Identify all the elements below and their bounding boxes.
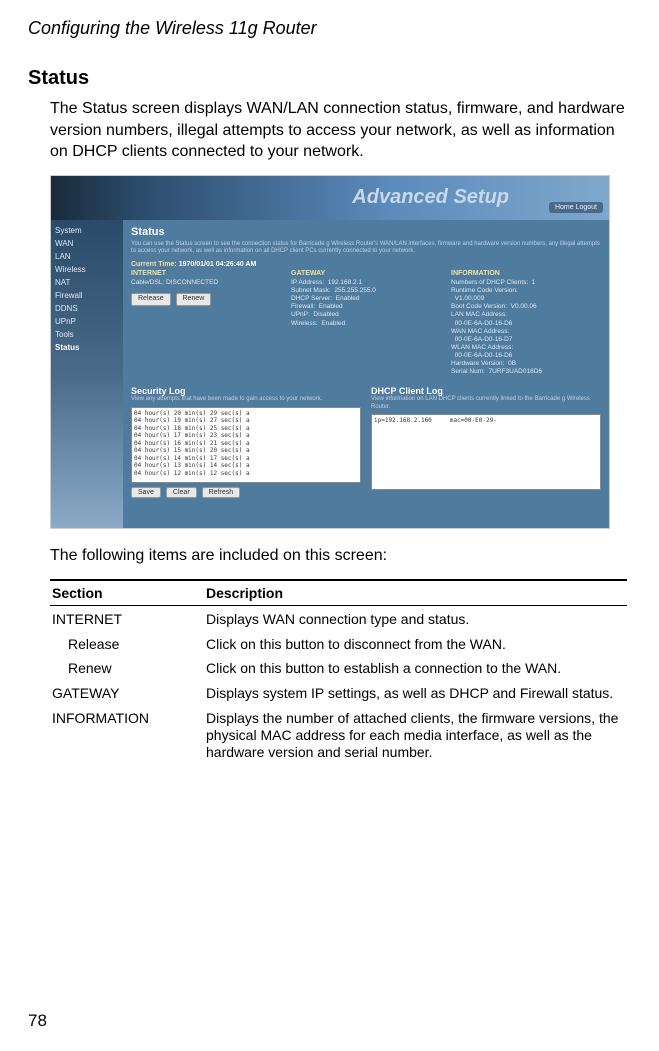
- sidebar-item-lan[interactable]: LAN: [51, 250, 123, 263]
- section-title: Status: [28, 67, 631, 90]
- status-screenshot: Advanced Setup Home Logout System WAN LA…: [50, 175, 610, 529]
- screenshot-desc: You can use the Status screen to see the…: [131, 241, 601, 255]
- sidebar-item-system[interactable]: System: [51, 224, 123, 237]
- security-log-head: Security Log: [131, 386, 361, 396]
- dhcp-log-head: DHCP Client Log: [371, 386, 601, 396]
- table-cell-description: Click on this button to establish a conn…: [204, 655, 627, 680]
- release-button[interactable]: Release: [131, 293, 171, 306]
- current-time-label: Current Time:: [131, 261, 177, 268]
- dhcp-log: DHCP Client Log View information on LAN …: [371, 386, 601, 497]
- internet-column: INTERNET Cable/DSL: DISCONNECTED Release…: [131, 270, 281, 376]
- home-logout-pill: Home Logout: [549, 202, 603, 213]
- internet-head: INTERNET: [131, 270, 281, 279]
- table-header-description: Description: [204, 580, 627, 606]
- security-log-box[interactable]: 04 hour(s) 20 min(s) 29 sec(s) a 04 hour…: [131, 407, 361, 483]
- following-text: The following items are included on this…: [50, 547, 631, 565]
- renew-button[interactable]: Renew: [176, 293, 212, 306]
- table-row: INTERNETDisplays WAN connection type and…: [50, 605, 627, 630]
- table-cell-description: Click on this button to disconnect from …: [204, 631, 627, 656]
- sidebar-item-firewall[interactable]: Firewall: [51, 289, 123, 302]
- sidebar-item-upnp[interactable]: UPnP: [51, 315, 123, 328]
- dhcp-log-box[interactable]: ip=192.168.2.160 mac=00-E0-29-: [371, 414, 601, 490]
- intro-paragraph: The Status screen displays WAN/LAN conne…: [50, 98, 631, 163]
- internet-line: Cable/DSL: DISCONNECTED: [131, 279, 281, 287]
- information-column: INFORMATION Numbers of DHCP Clients: 1 R…: [451, 270, 601, 376]
- page-header: Configuring the Wireless 11g Router: [28, 18, 631, 39]
- screenshot-title: Status: [131, 226, 601, 238]
- table-cell-section: GATEWAY: [50, 680, 204, 705]
- security-log: Security Log View any attempts that have…: [131, 386, 361, 497]
- security-log-sub: View any attempts that have been made to…: [131, 396, 361, 403]
- table-row: RenewClick on this button to establish a…: [50, 655, 627, 680]
- page-number: 78: [28, 1011, 47, 1031]
- sidebar-item-nat[interactable]: NAT: [51, 276, 123, 289]
- description-table: Section Description INTERNETDisplays WAN…: [50, 579, 627, 764]
- table-cell-description: Displays the number of attached clients,…: [204, 705, 627, 763]
- sidebar-item-ddns[interactable]: DDNS: [51, 302, 123, 315]
- sidebar-item-tools[interactable]: Tools: [51, 328, 123, 341]
- screenshot-sidebar: System WAN LAN Wireless NAT Firewall DDN…: [51, 220, 123, 528]
- screenshot-banner: Advanced Setup Home Logout: [51, 176, 609, 220]
- table-cell-section: INTERNET: [50, 605, 204, 630]
- table-row: GATEWAYDisplays system IP settings, as w…: [50, 680, 627, 705]
- dhcp-log-sub: View information on LAN DHCP clients cur…: [371, 396, 601, 410]
- table-cell-section: Renew: [50, 655, 204, 680]
- table-header-section: Section: [50, 580, 204, 606]
- sidebar-item-wan[interactable]: WAN: [51, 237, 123, 250]
- table-cell-section: Release: [50, 631, 204, 656]
- sidebar-item-status[interactable]: Status: [51, 341, 123, 354]
- current-time-value: 1970/01/01 04:26:40 AM: [179, 261, 257, 268]
- gateway-lines: IP Address: 192.168.2.1 Subnet Mask: 255…: [291, 279, 441, 328]
- clear-button[interactable]: Clear: [166, 487, 197, 498]
- table-cell-description: Displays WAN connection type and status.: [204, 605, 627, 630]
- information-lines: Numbers of DHCP Clients: 1 Runtime Code …: [451, 279, 601, 377]
- screenshot-body: System WAN LAN Wireless NAT Firewall DDN…: [51, 220, 609, 528]
- advanced-setup-label: Advanced Setup: [352, 186, 509, 209]
- screenshot-main: Status You can use the Status screen to …: [123, 220, 609, 528]
- gateway-head: GATEWAY: [291, 270, 441, 279]
- current-time-row: Current Time: 1970/01/01 04:26:40 AM: [131, 261, 601, 268]
- gateway-column: GATEWAY IP Address: 192.168.2.1 Subnet M…: [291, 270, 441, 376]
- table-cell-description: Displays system IP settings, as well as …: [204, 680, 627, 705]
- save-button[interactable]: Save: [131, 487, 161, 498]
- refresh-button[interactable]: Refresh: [202, 487, 241, 498]
- sidebar-item-wireless[interactable]: Wireless: [51, 263, 123, 276]
- table-row: INFORMATIONDisplays the number of attach…: [50, 705, 627, 763]
- information-head: INFORMATION: [451, 270, 601, 279]
- table-cell-section: INFORMATION: [50, 705, 204, 763]
- table-row: ReleaseClick on this button to disconnec…: [50, 631, 627, 656]
